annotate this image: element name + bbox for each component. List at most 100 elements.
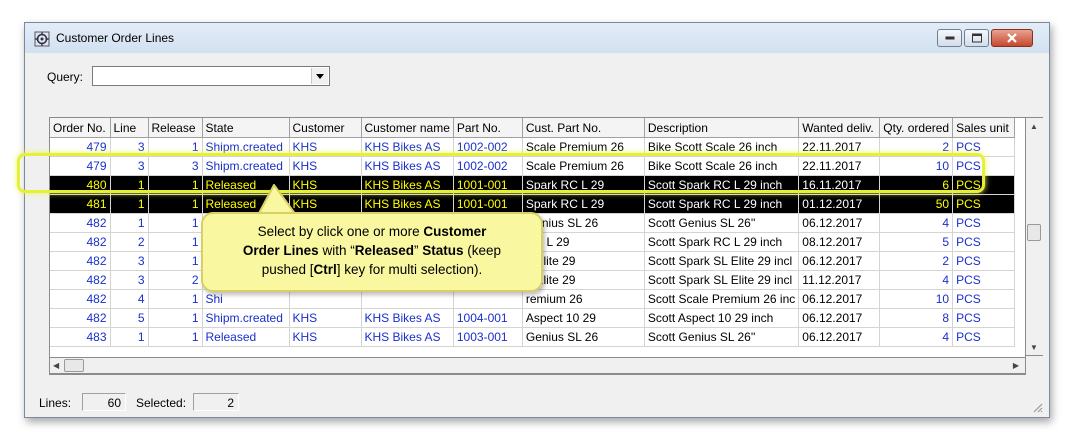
- table-cell[interactable]: 1: [148, 194, 203, 214]
- maximize-button[interactable]: [964, 29, 989, 47]
- table-cell[interactable]: 4: [879, 270, 954, 290]
- table-cell[interactable]: 1: [148, 308, 203, 328]
- table-cell[interactable]: KHS Bikes AS: [361, 175, 454, 195]
- table-cell[interactable]: 482: [50, 308, 111, 328]
- table-cell[interactable]: 10: [879, 289, 954, 309]
- table-cell[interactable]: 482: [50, 232, 111, 252]
- table-cell[interactable]: 1001-001: [453, 175, 523, 195]
- table-cell[interactable]: Spark RC L 29: [522, 175, 645, 195]
- table-cell[interactable]: 8: [879, 308, 954, 328]
- table-cell[interactable]: 22.11.2017: [798, 137, 881, 157]
- table-cell[interactable]: 08.12.2017: [798, 232, 881, 252]
- table-cell[interactable]: Scale Premium 26: [522, 137, 645, 157]
- table-cell[interactable]: 3: [110, 137, 149, 157]
- table-cell[interactable]: PCS: [952, 327, 1016, 347]
- table-cell[interactable]: PCS: [952, 232, 1016, 252]
- column-header[interactable]: Sales unit: [952, 118, 1016, 138]
- table-cell[interactable]: 479: [50, 137, 111, 157]
- table-cell[interactable]: 482: [50, 251, 111, 271]
- table-cell[interactable]: 5: [110, 308, 149, 328]
- table-cell[interactable]: KHS Bikes AS: [361, 194, 454, 214]
- table-cell[interactable]: 1004-001: [453, 308, 523, 328]
- table-cell[interactable]: Scott Aspect 10 29 inch: [644, 308, 800, 328]
- column-header[interactable]: Cust. Part No.: [522, 118, 645, 138]
- table-cell[interactable]: 6: [879, 175, 954, 195]
- table-cell[interactable]: 06.12.2017: [798, 213, 881, 233]
- table-cell[interactable]: Aspect 10 29: [522, 308, 645, 328]
- table-cell[interactable]: 3: [110, 270, 149, 290]
- table-cell[interactable]: 1002-002: [453, 156, 523, 176]
- table-cell[interactable]: 2: [879, 137, 954, 157]
- table-cell[interactable]: KHS: [289, 156, 362, 176]
- table-cell[interactable]: 1: [148, 289, 203, 309]
- table-row[interactable]: 480 1 1 Released KHS KHS Bikes AS 1001-001 Spar…: [50, 175, 1016, 195]
- table-cell[interactable]: 4: [879, 327, 954, 347]
- table-cell[interactable]: [289, 289, 362, 309]
- table-cell[interactable]: 06.12.2017: [798, 289, 881, 309]
- table-cell[interactable]: 06.12.2017: [798, 308, 881, 328]
- table-cell[interactable]: 2: [879, 251, 954, 271]
- table-cell[interactable]: 50: [879, 194, 954, 214]
- minimize-button[interactable]: [937, 29, 962, 47]
- table-cell[interactable]: KHS Bikes AS: [361, 137, 454, 157]
- table-cell[interactable]: Scott Genius SL 26'': [644, 327, 800, 347]
- column-header[interactable]: Wanted deliv.: [798, 118, 881, 138]
- table-cell[interactable]: 22.11.2017: [798, 156, 881, 176]
- table-cell[interactable]: Scott Scale Premium 26 inc: [644, 289, 800, 309]
- table-cell[interactable]: PCS: [952, 175, 1016, 195]
- table-cell[interactable]: Bike Scott Scale 26 inch: [644, 156, 800, 176]
- table-cell[interactable]: 1: [148, 327, 203, 347]
- query-dropdown[interactable]: [92, 66, 330, 86]
- column-header[interactable]: Line: [110, 118, 149, 138]
- scroll-down-icon[interactable]: ▼: [1030, 343, 1038, 352]
- table-cell[interactable]: 1002-002: [453, 137, 523, 157]
- table-cell[interactable]: 1: [110, 175, 149, 195]
- table-cell[interactable]: Shipm.created: [202, 137, 290, 157]
- scroll-left-icon[interactable]: ◀: [53, 361, 59, 370]
- table-cell[interactable]: Scott Spark RC L 29 inch: [644, 232, 800, 252]
- table-cell[interactable]: 1: [110, 213, 149, 233]
- table-cell[interactable]: PCS: [952, 270, 1016, 290]
- table-cell[interactable]: 481: [50, 194, 111, 214]
- table-cell[interactable]: 10: [879, 156, 954, 176]
- table-cell[interactable]: Bike Scott Scale 26 inch: [644, 137, 800, 157]
- resize-grip-icon[interactable]: [1031, 401, 1043, 413]
- column-header[interactable]: State: [202, 118, 290, 138]
- table-cell[interactable]: 11.12.2017: [798, 270, 881, 290]
- table-cell[interactable]: KHS: [289, 327, 362, 347]
- table-cell[interactable]: 482: [50, 270, 111, 290]
- table-cell[interactable]: Shipm.created: [202, 308, 290, 328]
- table-cell[interactable]: Genius SL 26: [522, 327, 645, 347]
- table-cell[interactable]: 1003-001: [453, 327, 523, 347]
- horizontal-scroll-thumb[interactable]: [64, 359, 84, 372]
- query-dropdown-button[interactable]: [311, 68, 328, 84]
- column-header[interactable]: Customer name: [361, 118, 454, 138]
- scroll-right-icon[interactable]: ▶: [1013, 361, 1019, 370]
- table-cell[interactable]: 5: [879, 232, 954, 252]
- table-cell[interactable]: 3: [110, 156, 149, 176]
- table-cell[interactable]: 4: [879, 213, 954, 233]
- table-cell[interactable]: 483: [50, 327, 111, 347]
- table-cell[interactable]: 1: [148, 251, 203, 271]
- table-cell[interactable]: Scott Spark RC L 29 inch: [644, 194, 800, 214]
- table-cell[interactable]: 479: [50, 156, 111, 176]
- table-cell[interactable]: 01.12.2017: [798, 194, 881, 214]
- column-header[interactable]: Release: [148, 118, 203, 138]
- table-row[interactable]: 481 1 1 Released KHS KHS Bikes AS 1001-001 Spar…: [50, 194, 1016, 214]
- table-cell[interactable]: 1: [110, 194, 149, 214]
- table-cell[interactable]: Released: [202, 327, 290, 347]
- table-row[interactable]: 482 5 1 Shipm.created KHS KHS Bikes AS 1004-00…: [50, 308, 1016, 328]
- scroll-up-icon[interactable]: ▲: [1030, 122, 1038, 131]
- column-header[interactable]: Qty. ordered: [879, 118, 954, 138]
- table-cell[interactable]: Scott Spark SL Elite 29 incl: [644, 251, 800, 271]
- table-cell[interactable]: 2: [148, 270, 203, 290]
- table-cell[interactable]: 1001-001: [453, 194, 523, 214]
- table-cell[interactable]: PCS: [952, 308, 1016, 328]
- table-cell[interactable]: KHS Bikes AS: [361, 156, 454, 176]
- title-bar[interactable]: Customer Order Lines: [25, 23, 1049, 53]
- table-cell[interactable]: Scott Spark RC L 29 inch: [644, 175, 800, 195]
- table-cell[interactable]: Scott Spark SL Elite 29 incl: [644, 270, 800, 290]
- table-cell[interactable]: PCS: [952, 289, 1016, 309]
- table-row[interactable]: 479 3 1 Shipm.created KHS KHS Bikes AS 1002-00…: [50, 137, 1016, 157]
- column-header[interactable]: Order No.: [50, 118, 111, 138]
